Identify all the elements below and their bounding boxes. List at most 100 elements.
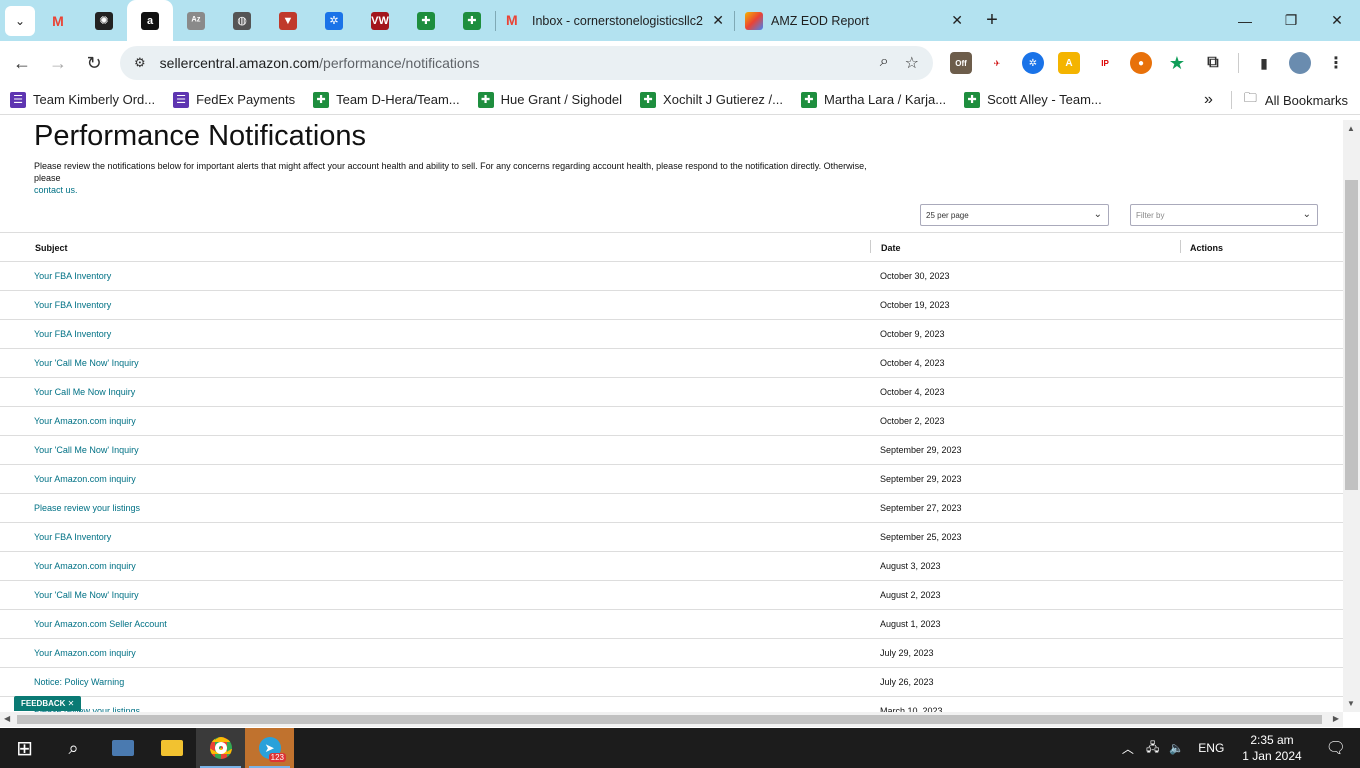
network-icon[interactable]: 🖧 — [1146, 738, 1159, 759]
bookmark-item[interactable]: ✚ Scott Alley - Team... — [964, 91, 1102, 108]
notification-date: September 27, 2023 — [880, 503, 962, 513]
desktop-app-icon[interactable] — [98, 728, 147, 768]
chevron-more-icon[interactable]: » — [1204, 91, 1213, 109]
bookmark-item[interactable]: ✚ Team D-Hera/Team... — [313, 91, 460, 108]
pinned-tab-amazon[interactable]: a — [127, 0, 173, 41]
close-icon[interactable]: ✕ — [712, 12, 724, 29]
filter-select[interactable]: Filter by ⌄ — [1130, 204, 1318, 226]
bookmark-item[interactable]: ☰ Team Kimberly Ord... — [10, 91, 156, 108]
windows-start-icon[interactable]: ⊞ — [0, 728, 49, 768]
side-panel-icon[interactable]: ▮ — [1253, 52, 1275, 74]
notification-subject-link[interactable]: Your FBA Inventory — [34, 329, 111, 339]
extension-icon[interactable]: ✈ — [986, 52, 1008, 74]
forward-icon[interactable]: → — [40, 45, 76, 81]
notification-center-icon[interactable]: 🗨 — [1326, 738, 1346, 758]
telegram-icon[interactable]: ➤ 123 — [245, 728, 294, 768]
notification-subject-link[interactable]: Please review your listings — [34, 503, 140, 513]
pinned-tab-vpn[interactable]: ▼ — [265, 0, 311, 41]
scroll-down-icon[interactable]: ▼ — [1347, 699, 1355, 708]
all-bookmarks[interactable]: All Bookmarks — [1265, 93, 1348, 108]
pinned-tab-gmail[interactable]: M — [35, 0, 81, 41]
notification-subject-link[interactable]: Your 'Call Me Now' Inquiry — [34, 590, 139, 600]
table-row: Your FBA Inventory October 19, 2023 — [0, 291, 1343, 320]
tab-title: Inbox - cornerstonelogisticsllc2 — [532, 13, 703, 28]
tab-inbox[interactable]: M Inbox - cornerstonelogisticsllc2 ✕ — [496, 0, 734, 41]
pinned-tab-globe[interactable]: ◍ — [219, 0, 265, 41]
notification-subject-link[interactable]: Your Amazon.com inquiry — [34, 648, 136, 658]
extension-icon[interactable]: ● — [1130, 52, 1152, 74]
notification-date: July 26, 2023 — [880, 677, 934, 687]
ip-alert-extension-icon[interactable]: IP — [1094, 52, 1116, 74]
per-page-select[interactable]: 25 per page ⌄ — [920, 204, 1109, 226]
star-extension-icon[interactable]: ★ — [1166, 52, 1188, 74]
notification-subject-link[interactable]: Your 'Call Me Now' Inquiry — [34, 358, 139, 368]
bookmark-star-icon[interactable]: ☆ — [905, 53, 919, 73]
menu-kebab-icon[interactable]: ⋮ — [1325, 52, 1347, 74]
notification-date: October 9, 2023 — [880, 329, 945, 339]
tab-search-button[interactable]: ⌄ — [5, 5, 35, 36]
reload-icon[interactable]: ↻ — [76, 45, 112, 81]
site-settings-icon[interactable]: ⚙ — [134, 55, 146, 71]
volume-icon[interactable]: 🔈 — [1169, 741, 1184, 755]
notification-subject-link[interactable]: Your 'Call Me Now' Inquiry — [34, 445, 139, 455]
bookmark-item[interactable]: ✚ Martha Lara / Karja... — [800, 91, 946, 108]
helium-extension-icon[interactable]: ✲ — [1022, 52, 1044, 74]
bookmark-label: Team Kimberly Ord... — [33, 92, 156, 107]
bookmark-item[interactable]: ✚ Xochilt J Gutierez /... — [640, 91, 783, 108]
url-text[interactable]: sellercentral.amazon.com/performance/not… — [160, 55, 480, 71]
notification-subject-link[interactable]: Your Amazon.com inquiry — [34, 561, 136, 571]
chevron-up-icon[interactable]: ︿ — [1122, 740, 1134, 757]
notification-subject-link[interactable]: Your Amazon.com Seller Account — [34, 619, 167, 629]
back-icon[interactable]: ← — [4, 45, 40, 81]
chrome-icon[interactable] — [196, 728, 245, 768]
scroll-right-icon[interactable]: ▶ — [1333, 714, 1339, 723]
search-icon[interactable]: ⌕ — [49, 728, 98, 768]
puzzle-icon[interactable]: ⧉ — [1202, 52, 1224, 74]
contact-us-link[interactable]: contact us. — [34, 185, 78, 195]
chevron-down-icon: ⌄ — [14, 13, 26, 28]
notification-subject-link[interactable]: Your Call Me Now Inquiry — [34, 387, 135, 397]
zoom-icon[interactable]: ⌕ — [880, 53, 889, 73]
notification-subject-link[interactable]: Your FBA Inventory — [34, 532, 111, 542]
scroll-left-icon[interactable]: ◀ — [4, 714, 10, 723]
bookmarks-bar: ☰ Team Kimberly Ord... ☰ FedEx Payments ✚ Tea… — [0, 85, 1360, 115]
close-window-icon[interactable]: ✕ — [1314, 0, 1360, 41]
pinned-tab-sheets1[interactable]: ✚ — [403, 0, 449, 41]
clock[interactable]: 2:35 am 1 Jan 2024 — [1242, 732, 1301, 764]
pinned-tab-sheets2[interactable]: ✚ — [449, 0, 495, 41]
notification-subject-link[interactable]: Notice: Policy Warning — [34, 677, 124, 687]
language-indicator[interactable]: ENG — [1198, 741, 1224, 755]
column-date[interactable]: Date — [881, 243, 901, 253]
feedback-button[interactable]: FEEDBACK ✕ — [14, 696, 82, 711]
pinned-tab-chatgpt[interactable]: ✺ — [81, 0, 127, 41]
file-explorer-icon[interactable] — [147, 728, 196, 768]
notification-subject-link[interactable]: Your FBA Inventory — [34, 271, 111, 281]
bookmark-item[interactable]: ☰ FedEx Payments — [173, 91, 295, 108]
close-icon[interactable]: ✕ — [951, 12, 963, 29]
restore-icon[interactable]: ❐ — [1268, 0, 1314, 41]
pinned-tab-helium[interactable]: ✲ — [311, 0, 357, 41]
scroll-up-icon[interactable]: ▲ — [1347, 124, 1355, 133]
vertical-scrollbar[interactable]: ▲ ▼ — [1343, 120, 1360, 712]
pinned-tab-ext[interactable]: ᴬᶻ — [173, 0, 219, 41]
notification-subject-link[interactable]: Your Amazon.com inquiry — [34, 474, 136, 484]
pinned-tab-vw[interactable]: VW — [357, 0, 403, 41]
tab-amz-eod[interactable]: AMZ EOD Report ✕ — [735, 0, 973, 41]
minimize-icon[interactable]: — — [1222, 0, 1268, 41]
scrollbar-thumb[interactable] — [17, 715, 1322, 724]
off-extension-icon[interactable]: Off — [950, 52, 972, 74]
notification-subject-link[interactable]: Your Amazon.com inquiry — [34, 416, 136, 426]
avatar[interactable] — [1289, 52, 1311, 74]
new-tab-button[interactable]: + — [977, 9, 1007, 32]
folder-icon: 🗀 — [1243, 90, 1257, 105]
toolbar-separator — [1238, 53, 1239, 73]
address-bar[interactable]: ⚙ sellercentral.amazon.com/performance/n… — [120, 46, 933, 80]
horizontal-scrollbar[interactable]: ◀ ▶ — [0, 712, 1343, 727]
bookmark-item[interactable]: ✚ Hue Grant / Sighodel — [477, 91, 622, 108]
column-subject[interactable]: Subject — [35, 243, 68, 253]
notification-subject-link[interactable]: Your FBA Inventory — [34, 300, 111, 310]
scrollbar-thumb[interactable] — [1345, 180, 1358, 490]
column-divider — [1180, 240, 1181, 253]
scout-extension-icon[interactable]: A — [1058, 52, 1080, 74]
amazon-icon: a — [141, 11, 159, 30]
